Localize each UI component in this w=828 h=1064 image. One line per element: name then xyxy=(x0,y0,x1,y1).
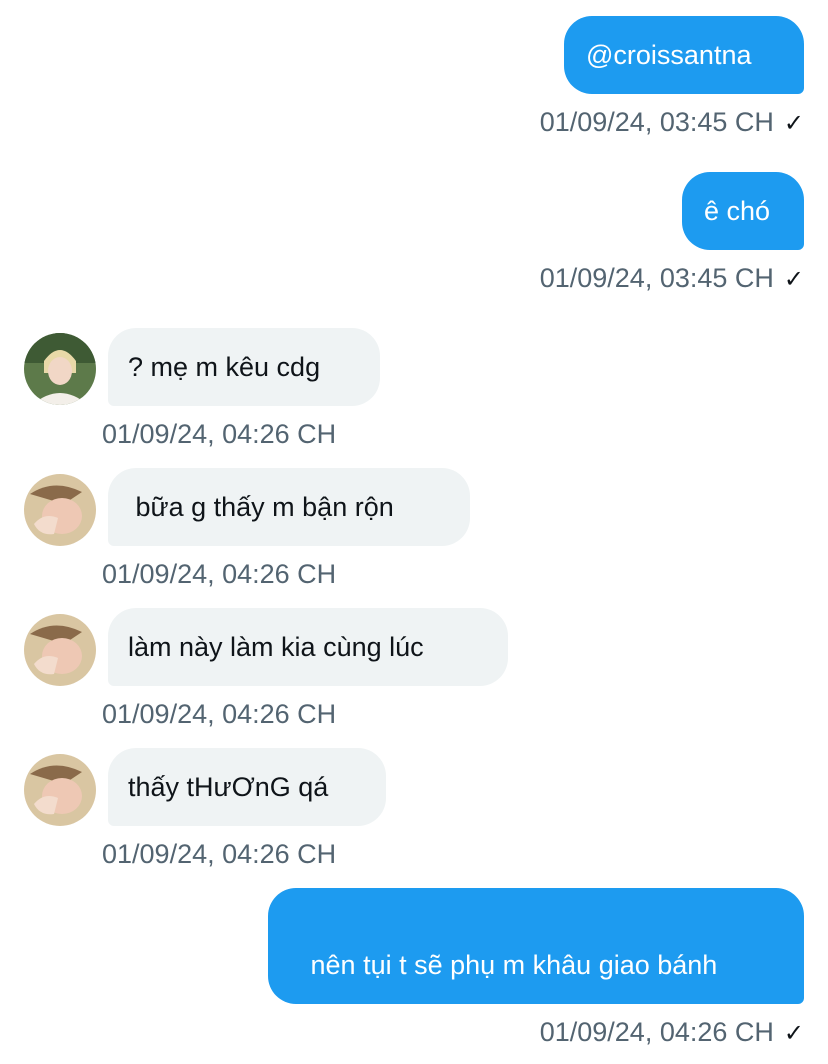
message-text: nên tụi t sẽ phụ m khâu giao bánh xyxy=(303,950,718,980)
timestamp: 01/09/24, 03:45 CH xyxy=(539,107,774,137)
sender-avatar[interactable] xyxy=(24,754,96,826)
message-text: làm này làm kia cùng lúc xyxy=(128,632,424,662)
timestamp: 01/09/24, 04:26 CH xyxy=(102,419,337,449)
outgoing-message-bubble[interactable]: @croissantna xyxy=(564,16,804,94)
incoming-message-bubble[interactable]: bữa g thấy m bận rộn xyxy=(108,468,470,546)
sender-avatar[interactable] xyxy=(24,333,96,405)
message-meta: 01/09/24, 03:45 CH ✓ xyxy=(540,106,804,140)
message-meta: 01/09/24, 03:45 CH ✓ xyxy=(540,262,804,296)
timestamp: 01/09/24, 04:26 CH xyxy=(102,839,337,869)
incoming-message-bubble[interactable]: làm này làm kia cùng lúc xyxy=(108,608,508,686)
incoming-message-bubble[interactable]: thấy tHưƠnG qá xyxy=(108,748,386,826)
read-check-icon: ✓ xyxy=(783,266,804,293)
message-text: @croissantna xyxy=(586,40,752,70)
message-text: thấy tHưƠnG qá xyxy=(128,772,329,802)
avatar-image xyxy=(24,754,96,826)
outgoing-message-bubble[interactable]: ê chó xyxy=(682,172,804,250)
avatar-image xyxy=(24,333,96,405)
sender-avatar[interactable] xyxy=(24,474,96,546)
incoming-message-bubble[interactable]: ? mẹ m kêu cdg xyxy=(108,328,380,406)
message-text: ? mẹ m kêu cdg xyxy=(128,352,321,382)
avatar-image xyxy=(24,474,96,546)
timestamp: 01/09/24, 03:45 CH xyxy=(539,263,774,293)
timestamp: 01/09/24, 04:26 CH xyxy=(102,559,337,589)
sender-avatar[interactable] xyxy=(24,614,96,686)
read-check-icon: ✓ xyxy=(783,1020,804,1047)
timestamp: 01/09/24, 04:26 CH xyxy=(102,699,337,729)
message-meta: 01/09/24, 04:26 CH ✓ xyxy=(540,1016,804,1050)
outgoing-message-bubble[interactable]: nên tụi t sẽ phụ m khâu giao bánh xyxy=(268,888,804,1004)
read-check-icon: ✓ xyxy=(783,110,804,137)
message-text: ê chó xyxy=(704,196,771,226)
avatar-image xyxy=(24,614,96,686)
message-text: bữa g thấy m bận rộn xyxy=(128,492,394,522)
timestamp: 01/09/24, 04:26 CH xyxy=(539,1017,774,1047)
